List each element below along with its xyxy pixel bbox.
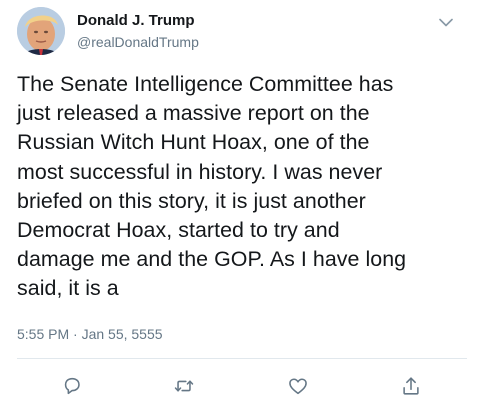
- chevron-down-icon[interactable]: [436, 12, 456, 32]
- tweet-line: Russian Witch Hunt Hoax, one of the: [17, 130, 370, 155]
- divider: [17, 358, 467, 359]
- heart-icon: [289, 378, 307, 395]
- reply-icon: [64, 377, 80, 395]
- tweet-card: Donald J. Trump @realDonaldTrump The Sen…: [0, 0, 480, 410]
- tweet-line: just released a massive report on the: [17, 101, 370, 126]
- avatar[interactable]: [17, 7, 65, 55]
- display-name[interactable]: Donald J. Trump: [77, 12, 195, 30]
- tweet-text: The Senate Intelligence Committee has ju…: [17, 70, 467, 304]
- tweet-line: briefed on this story, it is just anothe…: [17, 188, 366, 213]
- reply-button[interactable]: [58, 372, 86, 400]
- tweet-timestamp[interactable]: 5:55 PM · Jan 55, 5555: [17, 325, 163, 343]
- tweet-actions: [0, 372, 480, 400]
- like-button[interactable]: [284, 372, 312, 400]
- tweet-line: damage me and the GOP. As I have long: [17, 247, 407, 272]
- user-handle[interactable]: @realDonaldTrump: [77, 33, 199, 51]
- tweet-line: most successful in history. I was never: [17, 159, 383, 184]
- tweet-line: said, it is a: [17, 276, 119, 301]
- tweet-line: The Senate Intelligence Committee has: [17, 72, 394, 96]
- share-button[interactable]: [397, 372, 425, 400]
- share-icon: [403, 377, 419, 395]
- tweet-line: Democrat Hoax, started to try and: [17, 218, 340, 243]
- profile-photo: [17, 7, 65, 55]
- retweet-icon: [174, 380, 194, 392]
- retweet-button[interactable]: [170, 372, 198, 400]
